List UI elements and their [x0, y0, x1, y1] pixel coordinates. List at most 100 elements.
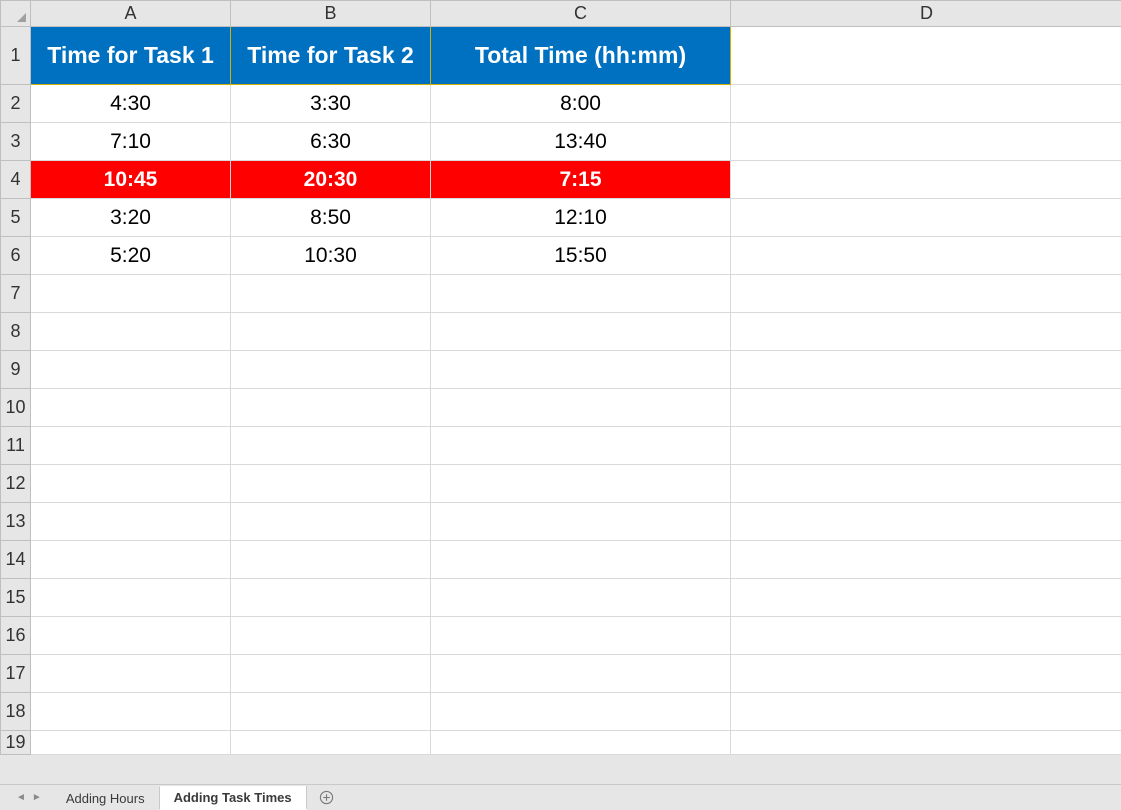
cell-D18[interactable]: [731, 693, 1121, 731]
cell-C9[interactable]: [431, 351, 731, 389]
cell-D2[interactable]: [731, 85, 1121, 123]
row-header-7[interactable]: 7: [1, 275, 31, 313]
cell-B9[interactable]: [231, 351, 431, 389]
cell-A10[interactable]: [31, 389, 231, 427]
cell-B12[interactable]: [231, 465, 431, 503]
row-header-2[interactable]: 2: [1, 85, 31, 123]
cell-C18[interactable]: [431, 693, 731, 731]
cell-C8[interactable]: [431, 313, 731, 351]
row-header-10[interactable]: 10: [1, 389, 31, 427]
row-header-15[interactable]: 15: [1, 579, 31, 617]
row-header-16[interactable]: 16: [1, 617, 31, 655]
cell-D19[interactable]: [731, 731, 1121, 755]
cell-D9[interactable]: [731, 351, 1121, 389]
cell-C17[interactable]: [431, 655, 731, 693]
cell-D12[interactable]: [731, 465, 1121, 503]
cell-D5[interactable]: [731, 199, 1121, 237]
cell-A12[interactable]: [31, 465, 231, 503]
row-header-3[interactable]: 3: [1, 123, 31, 161]
cell-A4[interactable]: 10:45: [31, 161, 231, 199]
row-header-6[interactable]: 6: [1, 237, 31, 275]
row-header-17[interactable]: 17: [1, 655, 31, 693]
cell-D16[interactable]: [731, 617, 1121, 655]
row-header-9[interactable]: 9: [1, 351, 31, 389]
col-header-D[interactable]: D: [731, 1, 1121, 27]
cell-B7[interactable]: [231, 275, 431, 313]
cell-D14[interactable]: [731, 541, 1121, 579]
cell-C14[interactable]: [431, 541, 731, 579]
cell-D15[interactable]: [731, 579, 1121, 617]
cell-A13[interactable]: [31, 503, 231, 541]
col-header-A[interactable]: A: [31, 1, 231, 27]
cell-C7[interactable]: [431, 275, 731, 313]
sheet-tab-adding-hours[interactable]: Adding Hours: [52, 787, 160, 809]
cell-A7[interactable]: [31, 275, 231, 313]
cell-C13[interactable]: [431, 503, 731, 541]
tab-nav-next-icon[interactable]: ►: [32, 792, 42, 803]
cell-C6[interactable]: 15:50: [431, 237, 731, 275]
cell-A5[interactable]: 3:20: [31, 199, 231, 237]
cell-B19[interactable]: [231, 731, 431, 755]
cell-B15[interactable]: [231, 579, 431, 617]
row-header-14[interactable]: 14: [1, 541, 31, 579]
cell-B16[interactable]: [231, 617, 431, 655]
cell-B13[interactable]: [231, 503, 431, 541]
cell-A17[interactable]: [31, 655, 231, 693]
cell-C11[interactable]: [431, 427, 731, 465]
row-header-1[interactable]: 1: [1, 27, 31, 85]
cell-A1[interactable]: Time for Task 1: [31, 27, 231, 85]
cell-B17[interactable]: [231, 655, 431, 693]
cell-A15[interactable]: [31, 579, 231, 617]
row-header-5[interactable]: 5: [1, 199, 31, 237]
cell-B4[interactable]: 20:30: [231, 161, 431, 199]
cell-C3[interactable]: 13:40: [431, 123, 731, 161]
select-all-corner[interactable]: [1, 1, 31, 27]
cell-B3[interactable]: 6:30: [231, 123, 431, 161]
cell-D6[interactable]: [731, 237, 1121, 275]
cell-C5[interactable]: 12:10: [431, 199, 731, 237]
tab-nav-prev-icon[interactable]: ◄: [16, 792, 26, 803]
cell-B8[interactable]: [231, 313, 431, 351]
cell-C12[interactable]: [431, 465, 731, 503]
row-header-12[interactable]: 12: [1, 465, 31, 503]
col-header-C[interactable]: C: [431, 1, 731, 27]
cell-D10[interactable]: [731, 389, 1121, 427]
cell-C1[interactable]: Total Time (hh:mm): [431, 27, 731, 85]
cell-C4[interactable]: 7:15: [431, 161, 731, 199]
row-header-13[interactable]: 13: [1, 503, 31, 541]
cell-A6[interactable]: 5:20: [31, 237, 231, 275]
cell-D1[interactable]: [731, 27, 1121, 85]
cell-B18[interactable]: [231, 693, 431, 731]
sheet-tab-adding-task-times[interactable]: Adding Task Times: [160, 786, 307, 810]
cell-B6[interactable]: 10:30: [231, 237, 431, 275]
new-sheet-button[interactable]: [307, 790, 346, 805]
cell-D8[interactable]: [731, 313, 1121, 351]
cell-C10[interactable]: [431, 389, 731, 427]
row-header-18[interactable]: 18: [1, 693, 31, 731]
cell-A16[interactable]: [31, 617, 231, 655]
cell-A9[interactable]: [31, 351, 231, 389]
cell-B2[interactable]: 3:30: [231, 85, 431, 123]
row-header-8[interactable]: 8: [1, 313, 31, 351]
cell-A14[interactable]: [31, 541, 231, 579]
cell-A2[interactable]: 4:30: [31, 85, 231, 123]
cell-D7[interactable]: [731, 275, 1121, 313]
cell-B1[interactable]: Time for Task 2: [231, 27, 431, 85]
cell-D17[interactable]: [731, 655, 1121, 693]
cell-D11[interactable]: [731, 427, 1121, 465]
cell-C19[interactable]: [431, 731, 731, 755]
cell-D13[interactable]: [731, 503, 1121, 541]
cell-C16[interactable]: [431, 617, 731, 655]
cell-A19[interactable]: [31, 731, 231, 755]
cell-D4[interactable]: [731, 161, 1121, 199]
cell-D3[interactable]: [731, 123, 1121, 161]
cell-A18[interactable]: [31, 693, 231, 731]
cell-B5[interactable]: 8:50: [231, 199, 431, 237]
cell-C15[interactable]: [431, 579, 731, 617]
row-header-19[interactable]: 19: [1, 731, 31, 755]
cell-A3[interactable]: 7:10: [31, 123, 231, 161]
cell-B14[interactable]: [231, 541, 431, 579]
cell-B10[interactable]: [231, 389, 431, 427]
cell-A8[interactable]: [31, 313, 231, 351]
cell-B11[interactable]: [231, 427, 431, 465]
